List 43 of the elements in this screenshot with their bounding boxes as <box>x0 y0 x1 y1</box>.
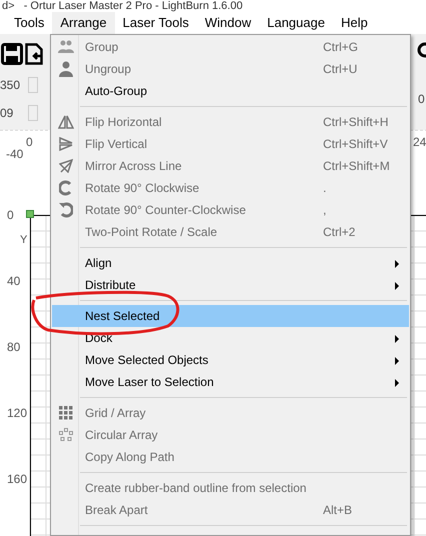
menu-bar-item[interactable]: Window <box>196 12 260 34</box>
ruler-label: 160 <box>7 473 28 485</box>
save-icon[interactable] <box>1 43 23 65</box>
submenu-arrow-icon <box>395 379 399 387</box>
person-icon <box>59 61 73 77</box>
window-title: d> - Ortur Laser Master 2 Pro - LightBurn 1.6.00 <box>2 0 243 12</box>
axis-label: Y <box>20 235 28 246</box>
ruler-label: 24 <box>413 136 426 148</box>
menu-bar-item[interactable]: Arrange <box>52 12 115 34</box>
menu-item[interactable]: Align <box>52 252 409 274</box>
ruler-label: 0 <box>7 209 14 221</box>
value-text: 0 <box>418 91 425 108</box>
menu-item[interactable]: Distribute <box>52 274 409 296</box>
rotate-clockwise-icon <box>59 180 73 196</box>
flip-vertical-icon <box>59 137 73 151</box>
menu-item[interactable]: Auto-Group <box>52 80 409 102</box>
circular-array-icon <box>59 428 73 442</box>
gear-icon[interactable] <box>417 42 426 58</box>
menu-bar-item[interactable]: Tools <box>6 12 52 34</box>
rotate-counter-clockwise-icon <box>59 202 73 218</box>
mirror-icon <box>59 159 73 173</box>
origin-marker <box>26 210 34 218</box>
menu-item[interactable]: Nest Selected <box>52 305 409 327</box>
submenu-arrow-icon <box>395 282 399 290</box>
flip-horizontal-icon <box>58 115 74 129</box>
people-icon <box>58 40 74 54</box>
ruler-label: 80 <box>7 341 20 353</box>
ruler-label: 40 <box>7 275 20 287</box>
grid-icon <box>59 406 73 420</box>
number-field[interactable]: 09 <box>0 104 28 122</box>
ruler-label: 0 <box>26 136 33 148</box>
import-icon[interactable] <box>25 43 43 65</box>
menu-item[interactable]: Move Selected Objects <box>52 349 409 371</box>
number-field[interactable]: 350 <box>0 76 28 94</box>
menu-bar-item[interactable]: Help <box>332 12 376 34</box>
ruler-label: 120 <box>7 407 28 419</box>
submenu-arrow-icon <box>395 335 399 343</box>
submenu-arrow-icon <box>395 357 399 365</box>
menu-item[interactable]: Move Laser to Selection <box>52 371 409 393</box>
ruler-label: -40 <box>6 148 24 160</box>
menu-bar-item[interactable]: Laser Tools <box>114 12 197 34</box>
submenu-arrow-icon <box>395 260 399 268</box>
menu-bar-item[interactable]: Language <box>259 12 333 34</box>
